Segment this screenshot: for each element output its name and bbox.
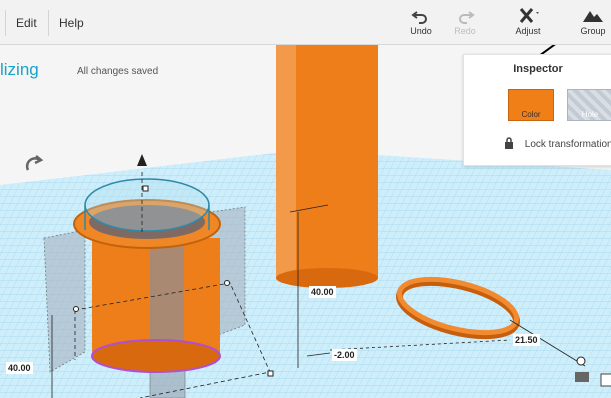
resize-handle[interactable] xyxy=(73,306,79,312)
adjust-button[interactable]: Adjust xyxy=(505,6,551,40)
hole-swatch[interactable]: Hole xyxy=(567,89,611,121)
save-status: All changes saved xyxy=(77,66,159,77)
tall-cylinder[interactable] xyxy=(276,45,378,288)
selected-cup[interactable] xyxy=(73,178,221,373)
resize-handle[interactable] xyxy=(267,370,274,377)
view-cube[interactable] xyxy=(575,372,611,387)
group-button[interactable]: Group xyxy=(570,6,611,40)
lock-icon xyxy=(504,137,525,150)
rotate-handle[interactable] xyxy=(25,155,44,171)
undo-label: Undo xyxy=(410,26,432,36)
redo-button[interactable]: Redo xyxy=(442,6,488,40)
color-swatch[interactable]: Color xyxy=(508,89,554,121)
project-title[interactable]: lizing xyxy=(0,60,39,80)
resize-handle[interactable] xyxy=(576,356,586,366)
lock-transformation-toggle[interactable]: Lock transformation xyxy=(504,137,611,150)
resize-handle[interactable] xyxy=(142,185,149,192)
redo-icon xyxy=(442,6,488,26)
undo-icon xyxy=(398,6,444,26)
resize-handle[interactable] xyxy=(224,280,230,286)
lift-arrow-handle[interactable] xyxy=(137,154,147,166)
dimension-label[interactable]: -2.00 xyxy=(332,349,357,361)
adjust-icon xyxy=(505,6,551,26)
redo-label: Redo xyxy=(454,26,476,36)
undo-button[interactable]: Undo xyxy=(398,6,444,40)
dimension-label[interactable]: 21.50 xyxy=(513,334,540,346)
edit-menu[interactable]: Edit xyxy=(5,10,47,36)
toolbar: Edit Help Undo Redo Adjust Group xyxy=(0,0,611,45)
inspector-title: Inspector xyxy=(513,63,563,75)
inspector-panel: Inspector Color Hole Lock transformation xyxy=(463,54,611,166)
dimension-label[interactable]: 40.00 xyxy=(6,362,33,374)
group-label: Group xyxy=(580,26,606,36)
lock-label: Lock transformation xyxy=(524,139,611,150)
adjust-label: Adjust xyxy=(515,26,541,36)
group-icon xyxy=(570,6,611,26)
dimension-label[interactable]: 40.00 xyxy=(309,286,336,298)
ring-shape[interactable] xyxy=(394,269,522,346)
help-menu[interactable]: Help xyxy=(48,10,94,36)
